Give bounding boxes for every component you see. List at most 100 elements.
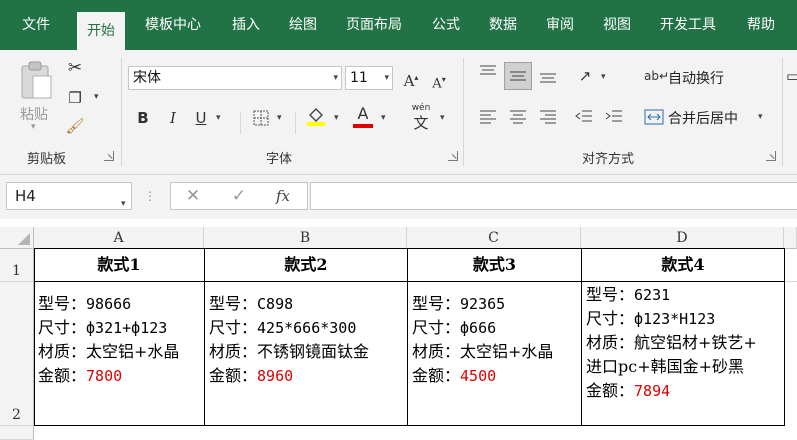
chevron-down-icon[interactable]: ▾ — [381, 113, 386, 123]
dialog-launcher-icon[interactable] — [766, 151, 776, 161]
row-header-1[interactable]: 1 — [0, 249, 34, 282]
cell-b2[interactable]: 型号：C898 尺寸：425*666*300 材质：不锈钢镜面钛金 金额：896… — [205, 282, 408, 426]
row-header-3[interactable] — [0, 426, 34, 440]
group-divider — [463, 58, 464, 166]
divider — [295, 112, 296, 134]
cell-a2[interactable]: 型号：98666 尺寸：ф321+ф123 材质：太空铝+水晶 金额：7800 — [34, 282, 205, 426]
tab-review[interactable]: 审阅 — [546, 0, 574, 50]
tab-developer[interactable]: 开发工具 — [660, 0, 716, 50]
italic-button[interactable]: I — [163, 108, 183, 128]
cell-c1[interactable]: 款式3 — [408, 249, 582, 282]
cell-d1[interactable]: 款式4 — [582, 249, 785, 282]
price-value: 7800 — [86, 367, 123, 385]
tab-help[interactable]: 帮助 — [747, 0, 775, 50]
tab-template-center[interactable]: 模板中心 — [145, 0, 201, 50]
align-left-icon[interactable] — [476, 108, 500, 129]
copy-icon[interactable]: ❐ — [64, 88, 86, 108]
tab-formulas[interactable]: 公式 — [432, 0, 460, 50]
merge-center-button[interactable]: 合并后居中 ▾ — [644, 106, 774, 130]
group-label-alignment: 对齐方式 — [582, 152, 635, 167]
price-value: 7894 — [634, 382, 671, 400]
dialog-launcher-icon[interactable] — [104, 151, 114, 161]
divider — [240, 112, 241, 134]
column-header-a[interactable]: A — [34, 227, 204, 249]
chevron-down-icon[interactable]: ▾ — [334, 113, 339, 123]
group-label-font: 字体 — [266, 152, 293, 167]
tab-page-layout[interactable]: 页面布局 — [346, 0, 402, 50]
chevron-down-icon: ▾ — [121, 199, 126, 209]
select-all-triangle-icon — [18, 233, 30, 245]
chevron-down-icon[interactable]: ▾ — [94, 92, 99, 102]
material-line: 材质：太空铝+水晶 — [412, 342, 554, 361]
chevron-down-icon[interactable]: ▾ — [216, 113, 221, 123]
cut-icon[interactable]: ✂ — [64, 58, 86, 78]
model-line: 型号：92365 — [412, 294, 506, 313]
formula-input[interactable] — [310, 182, 797, 210]
row-header-2[interactable]: 2 — [0, 282, 34, 426]
name-box[interactable]: H4 ▾ — [6, 182, 132, 210]
merge-center-icon — [644, 109, 664, 125]
formula-buttons: ✕ ✓ fx — [170, 182, 308, 210]
align-middle-button[interactable] — [504, 62, 532, 90]
align-center-icon[interactable] — [506, 108, 530, 129]
font-color-icon[interactable]: A — [352, 105, 374, 128]
cancel-icon[interactable]: ✕ — [183, 186, 203, 206]
material-line: 材质：航空铝材+铁艺+ — [586, 333, 757, 352]
tab-data[interactable]: 数据 — [489, 0, 517, 50]
paste-button[interactable]: 粘贴 ▾ — [14, 58, 58, 132]
material-line: 材质：太空铝+水晶 — [38, 342, 180, 361]
cell-e1[interactable] — [785, 249, 797, 282]
phonetic-char: 文 — [413, 114, 429, 132]
align-top-icon[interactable] — [476, 64, 500, 85]
dialog-launcher-icon[interactable] — [448, 151, 458, 161]
row3-gridline — [34, 426, 797, 440]
decrease-font-size-icon[interactable]: A▾ — [428, 70, 450, 94]
align-right-icon[interactable] — [536, 108, 560, 129]
paste-label: 粘贴 — [20, 107, 48, 123]
phonetic-guide-icon[interactable]: wén 文 — [408, 102, 434, 132]
wrap-text-icon: ab↵ — [644, 69, 670, 83]
size-line: 尺寸：ф666 — [412, 318, 497, 337]
column-header-c[interactable]: C — [407, 227, 581, 249]
cell-a1[interactable]: 款式1 — [34, 249, 205, 282]
tab-home[interactable]: 开始 — [77, 12, 125, 50]
increase-font-size-icon[interactable]: A▴ — [400, 68, 422, 91]
borders-icon[interactable] — [250, 108, 272, 131]
number-format-icon[interactable]: ▭ — [786, 66, 797, 86]
enter-icon[interactable]: ✓ — [229, 186, 249, 206]
wrap-text-button[interactable]: ab↵ 自动换行 — [644, 66, 764, 90]
insert-function-icon[interactable]: fx — [271, 186, 295, 206]
select-all-corner[interactable] — [0, 227, 34, 249]
font-color-letter: A — [357, 104, 369, 123]
fill-color-icon[interactable] — [305, 105, 327, 132]
decrease-indent-icon[interactable] — [572, 108, 596, 129]
bold-button[interactable]: B — [133, 108, 153, 128]
chevron-down-icon: ▾ — [384, 73, 389, 83]
column-header-b[interactable]: B — [204, 227, 407, 249]
underline-button[interactable]: U — [191, 108, 211, 128]
clipboard-icon — [21, 61, 52, 99]
tab-view[interactable]: 视图 — [603, 0, 631, 50]
cell-d2[interactable]: 型号：6231 尺寸：ф123*H123 材质：航空铝材+铁艺+ 进口pc+韩国… — [582, 282, 785, 426]
cell-b1[interactable]: 款式2 — [205, 249, 408, 282]
tab-insert[interactable]: 插入 — [232, 0, 260, 50]
more-options-icon[interactable]: ⋮ — [144, 186, 156, 206]
size-line: 尺寸：ф321+ф123 — [38, 318, 168, 337]
format-painter-icon[interactable]: 🖌 — [64, 116, 86, 136]
chevron-down-icon[interactable]: ▾ — [277, 113, 282, 123]
font-name-combo[interactable]: 宋体 ▾ — [128, 66, 342, 90]
group-label-clipboard: 剪贴板 — [27, 152, 67, 167]
align-bottom-icon[interactable] — [536, 68, 560, 89]
orientation-icon[interactable]: ↗ — [574, 66, 596, 86]
column-header-d[interactable]: D — [581, 227, 784, 249]
chevron-down-icon[interactable]: ▾ — [601, 72, 606, 82]
size-line: 尺寸：ф123*H123 — [586, 309, 716, 328]
model-line: 型号：C898 — [209, 294, 294, 313]
font-size-combo[interactable]: 11 ▾ — [345, 66, 393, 90]
increase-indent-icon[interactable] — [602, 108, 626, 129]
column-header-next[interactable] — [784, 227, 797, 249]
tab-file[interactable]: 文件 — [22, 0, 50, 50]
chevron-down-icon[interactable]: ▾ — [440, 113, 445, 123]
cell-c2[interactable]: 型号：92365 尺寸：ф666 材质：太空铝+水晶 金额：4500 — [408, 282, 582, 426]
tab-draw[interactable]: 绘图 — [289, 0, 317, 50]
